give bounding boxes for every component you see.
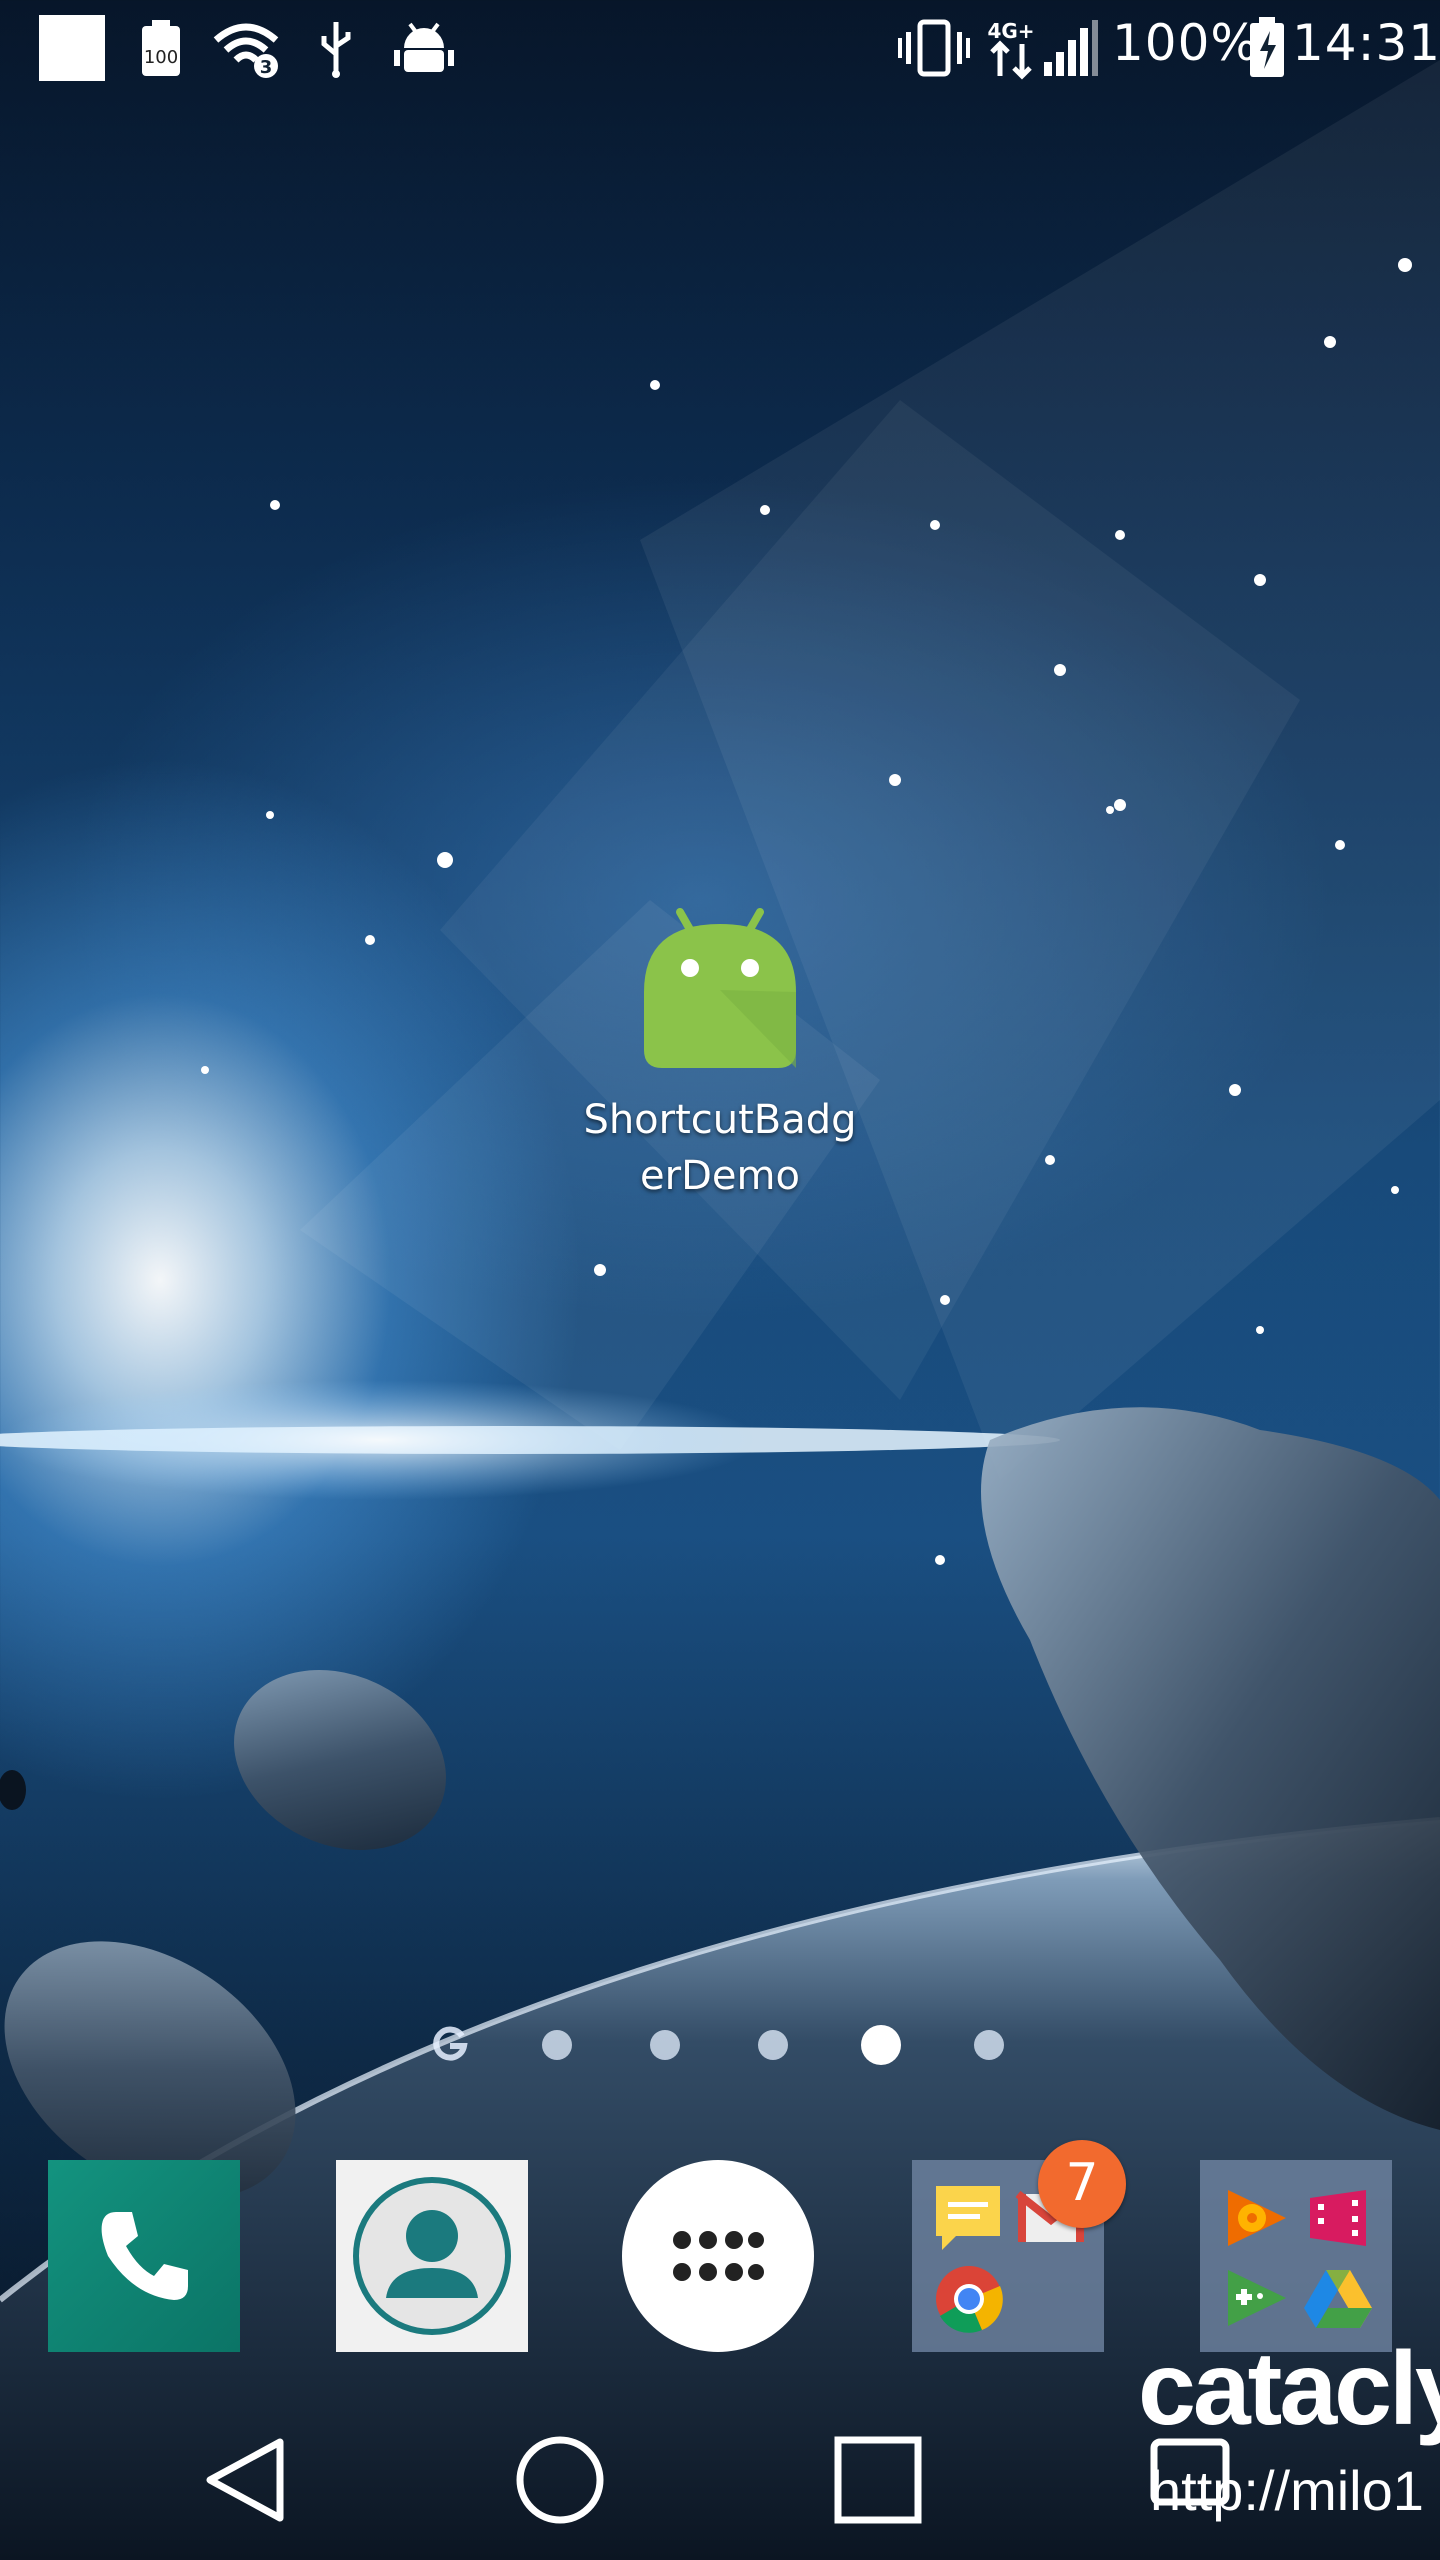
grid-icon [672,2230,764,2282]
back-icon [206,2438,284,2522]
page-dot-5[interactable] [974,2030,1004,2060]
app-drawer-button[interactable] [622,2160,814,2352]
wifi-badge-label: 3 [260,57,273,78]
chrome-icon [934,2264,1004,2334]
recents-icon [834,2436,922,2524]
battery-saver-label: 100 [144,47,178,68]
vibrate-icon [898,18,970,78]
contacts-app[interactable] [336,2160,528,2352]
page-dot-2[interactable] [650,2030,680,2060]
extra-nav-button[interactable] [1122,2400,1262,2560]
network-4g-icon: 4G+ [986,18,1036,80]
play-movies-icon [1306,2186,1370,2250]
usb-icon [316,18,356,78]
folder-play[interactable] [1200,2160,1392,2352]
phone-icon [94,2206,194,2306]
clock: 14:31 [1292,14,1440,72]
navigation-bar [0,2400,1440,2560]
signal-icon [1042,18,1098,78]
drive-icon [1304,2268,1372,2330]
notification-badge: 7 [1038,2140,1126,2228]
app-label: ShortcutBadg erDemo [583,1097,857,1199]
recents-button[interactable] [808,2400,948,2560]
messages-icon [932,2182,1004,2252]
phone-app[interactable] [48,2160,240,2352]
back-button[interactable] [176,2400,316,2560]
android-debug-icon [394,18,454,78]
battery-charging-icon [1248,17,1286,78]
home-icon [516,2436,604,2524]
battery-percent: 100% [1112,14,1259,72]
notification-square-icon [38,15,106,81]
contacts-icon [350,2174,514,2338]
page-dot-1[interactable] [542,2030,572,2060]
notification-panel-icon [1150,2438,1230,2506]
page-dot-4-active[interactable] [861,2025,901,2065]
play-music-icon [1224,2186,1288,2250]
network-type-label: 4G+ [987,19,1034,43]
home-button[interactable] [490,2400,630,2560]
wifi-icon: 3 [212,18,284,78]
status-bar: 100 3 4G+ 100% 14:31 [0,0,1440,96]
app-shortcut-shortcutbadgerdemo[interactable]: ShortcutBadg erDemo [580,900,860,1204]
page-indicator[interactable] [0,2020,1440,2070]
page-dot-3[interactable] [758,2030,788,2060]
android-robot-icon [640,900,800,1070]
google-icon[interactable] [432,2026,468,2062]
play-games-icon [1224,2266,1288,2330]
battery-saver-icon: 100 [138,18,184,78]
